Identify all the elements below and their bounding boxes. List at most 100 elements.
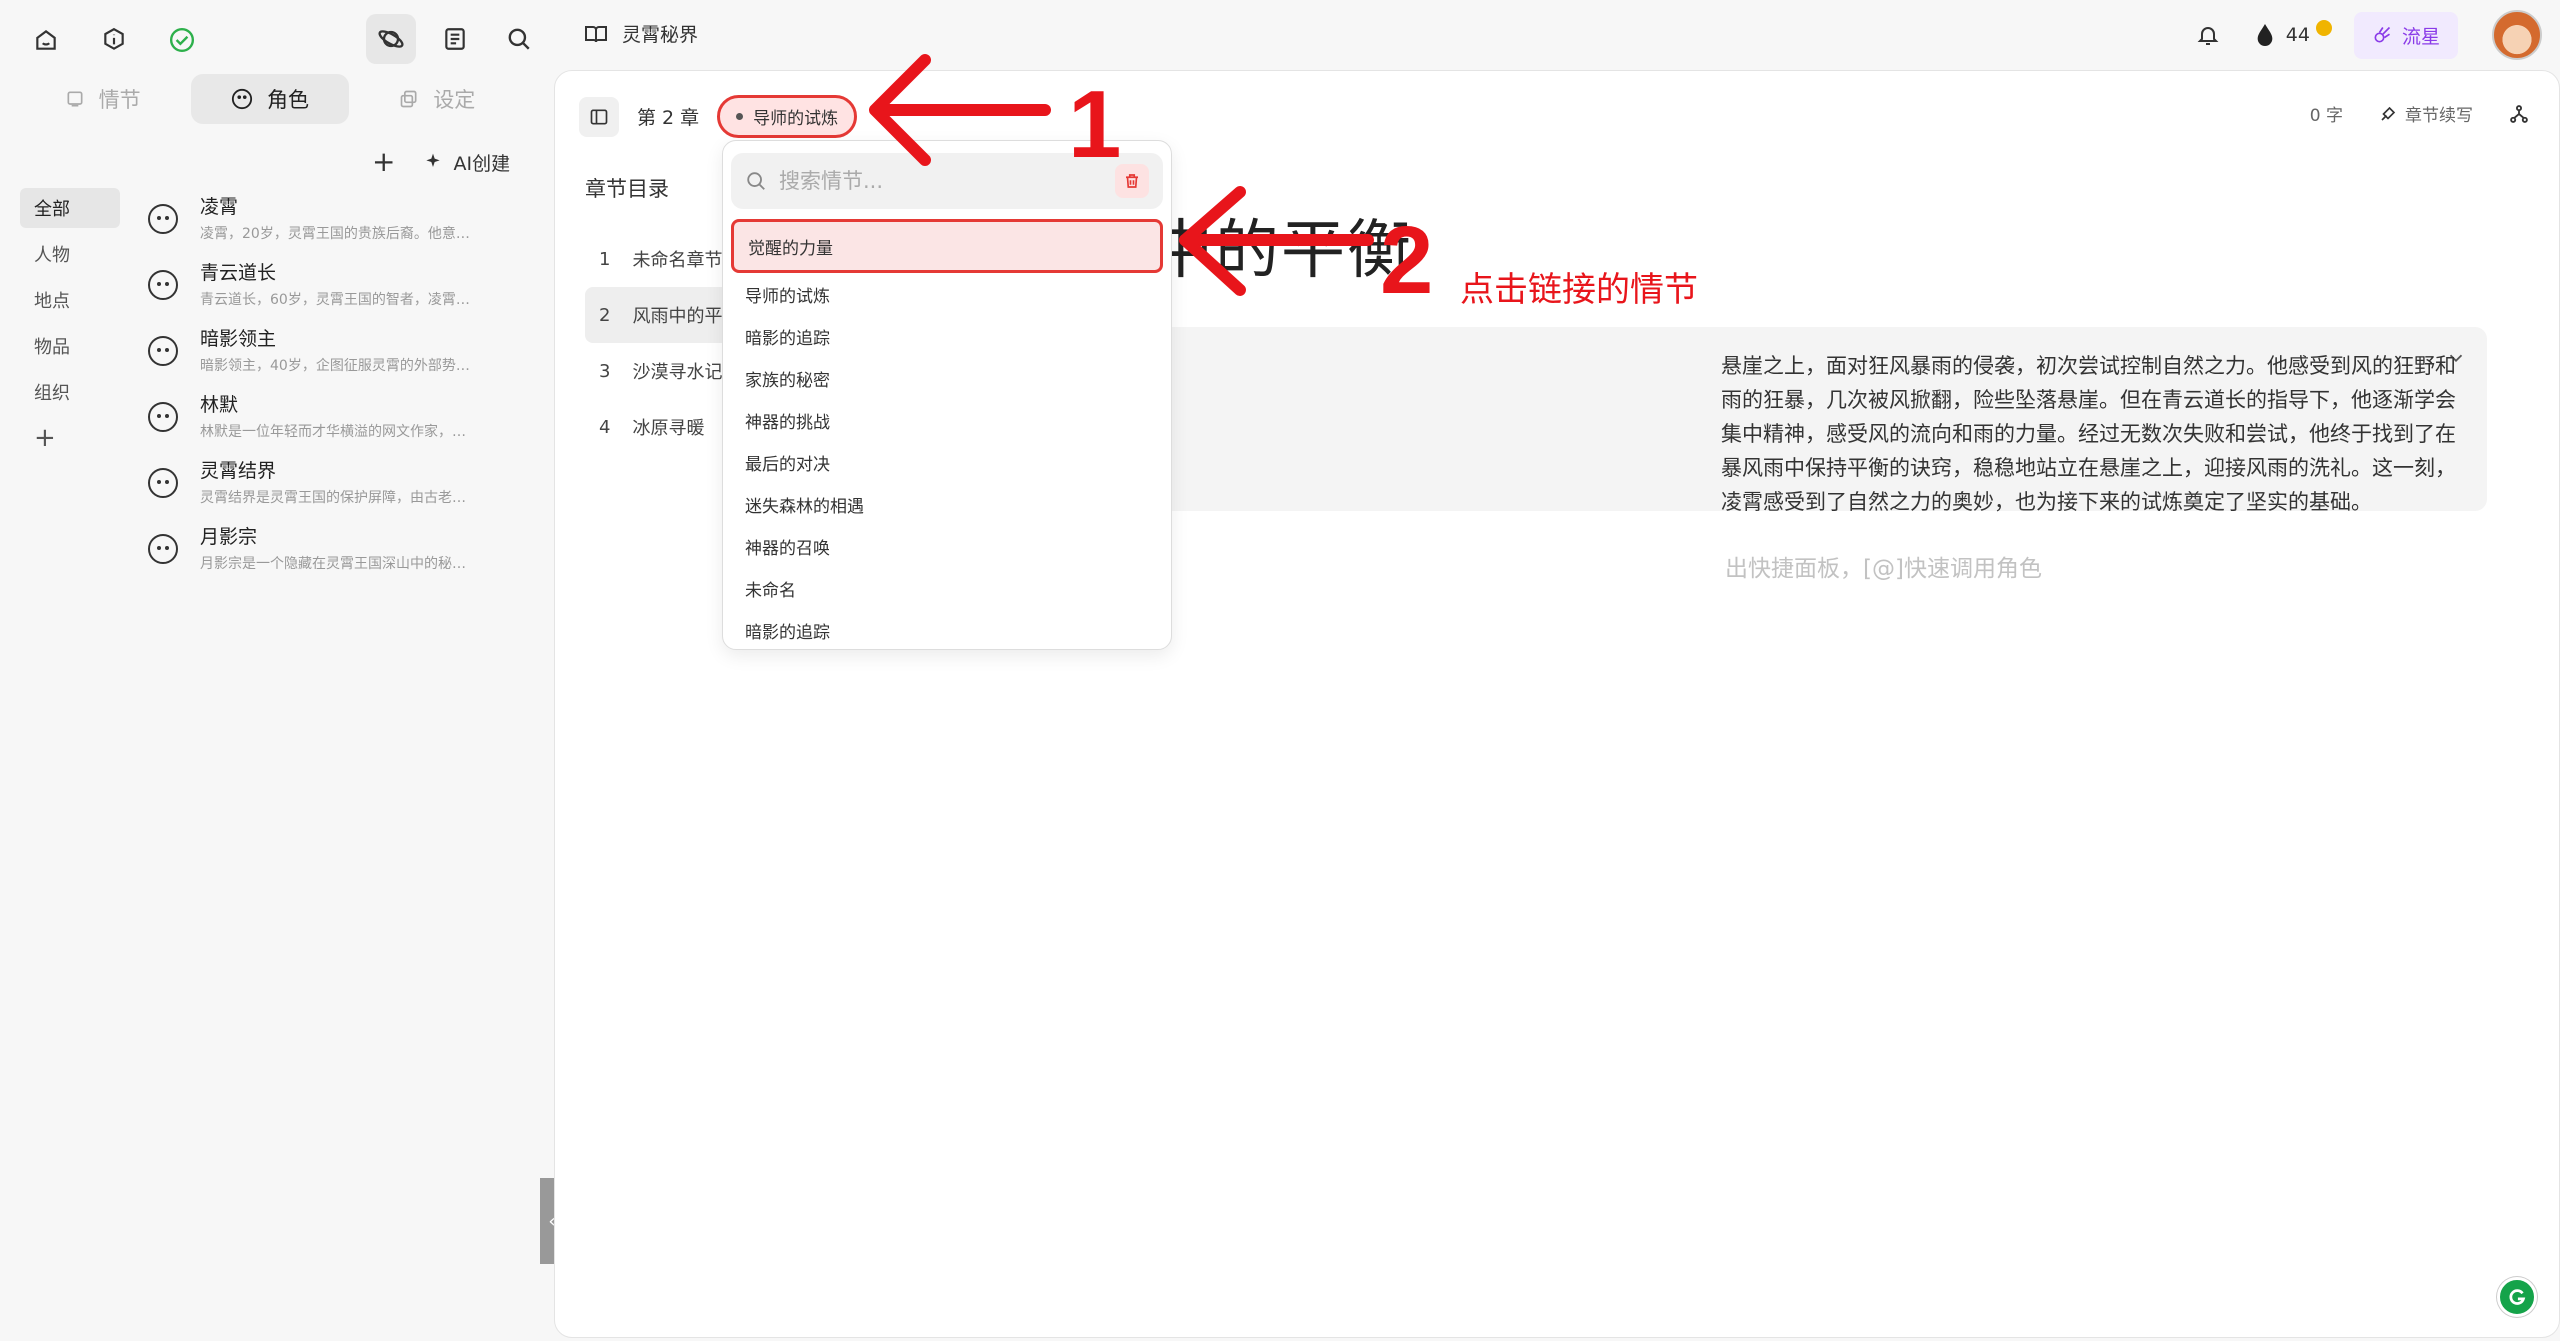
- project-name: 灵霄秘界: [622, 24, 699, 46]
- character-desc: 月影宗是一个隐藏在灵霄王国深山中的秘…: [200, 556, 466, 572]
- category-items[interactable]: 物品: [20, 326, 120, 366]
- tab-character[interactable]: 角色: [191, 74, 349, 124]
- linked-plot-pill[interactable]: 导师的试炼: [717, 95, 858, 138]
- character-desc: 凌霄，20岁，灵霄王国的贵族后裔。他意…: [200, 226, 470, 242]
- plot-option[interactable]: 神器的挑战: [731, 399, 1163, 441]
- plot-icon: [65, 89, 85, 109]
- toc-item[interactable]: 1 未命名章节: [585, 231, 745, 287]
- meteor-icon: [2372, 25, 2392, 45]
- trash-icon: [1123, 172, 1141, 190]
- continue-write-icon: [2379, 105, 2397, 123]
- project-title[interactable]: 灵霄秘界: [584, 20, 698, 47]
- continue-chapter-button[interactable]: 章节续写: [2379, 101, 2473, 126]
- tab-label: 情节: [98, 88, 141, 112]
- category-list: 全部 人物 地点 物品 组织 +: [20, 188, 120, 458]
- category-orgs[interactable]: 组织: [20, 372, 120, 412]
- search-icon: [745, 170, 767, 192]
- toc-item[interactable]: 3 沙漠寻水记: [585, 343, 745, 399]
- user-avatar[interactable]: [2492, 10, 2542, 60]
- character-avatar-icon: [148, 336, 178, 366]
- header-right: 44 流星: [2196, 10, 2542, 60]
- sidebar-toggle-icon: [589, 107, 609, 127]
- chapter-number: 第 2 章: [637, 107, 700, 129]
- plot-search-input[interactable]: [779, 169, 1103, 193]
- character-avatar-icon: [148, 468, 178, 498]
- add-character-button[interactable]: +: [372, 148, 395, 176]
- sidebar-tabs: 情节 角色 设定: [24, 74, 516, 124]
- character-name: 青云道长: [200, 262, 277, 284]
- character-desc: 暗影领主，40岁，企图征服灵霄的外部势…: [200, 358, 470, 374]
- character-avatar-icon: [148, 534, 178, 564]
- plot-option-list: 觉醒的力量 导师的试炼 暗影的追踪 家族的秘密 神器的挑战 最后的对决 迷失森林…: [731, 219, 1163, 651]
- annotation-number-2: 2: [1380, 207, 1434, 314]
- character-avatar-icon: [148, 402, 178, 432]
- face-icon: [231, 88, 253, 110]
- toc-num: 2: [599, 304, 611, 326]
- summary-text: 悬崖之上，面对狂风暴雨的侵袭，初次尝试控制自然之力。他感受到风的狂野和雨的狂暴，…: [1721, 354, 2456, 514]
- tab-label: 角色: [266, 88, 309, 112]
- list-item[interactable]: 暗影领主暗影领主，40岁，企图征服灵霄的外部势…: [148, 322, 508, 388]
- list-item[interactable]: 月影宗 月影宗是一个隐藏在灵霄王国深山中的秘…: [148, 520, 508, 586]
- list-item[interactable]: 灵霄结界 灵霄结界是灵霄王国的保护屏障，由古老…: [148, 454, 508, 520]
- plus-icon: +: [372, 145, 396, 178]
- grammar-assistant-icon[interactable]: [2497, 1277, 2537, 1317]
- plot-option[interactable]: 最后的对决: [731, 441, 1163, 483]
- word-count: 0 字: [2309, 106, 2343, 126]
- plot-option[interactable]: 家族的秘密: [731, 357, 1163, 399]
- category-all[interactable]: 全部: [20, 188, 120, 228]
- chapter-title[interactable]: 风雨中的平衡: [1153, 199, 1413, 291]
- character-desc: 灵霄结界是灵霄王国的保护屏障，由古老…: [200, 490, 466, 506]
- category-people[interactable]: 人物: [20, 234, 120, 274]
- info-icon[interactable]: [92, 18, 136, 62]
- plot-option[interactable]: 导师的试炼: [731, 273, 1163, 315]
- chapter-summary[interactable]: 悬崖之上，面对狂风暴雨的侵袭，初次尝试控制自然之力。他感受到风的狂野和雨的狂暴，…: [1135, 327, 2487, 514]
- toc-title-text: 冰原寻暖: [632, 418, 705, 439]
- header: 灵霄秘界 44 流星: [560, 0, 2560, 68]
- planet-icon[interactable]: [366, 14, 416, 64]
- book-icon: [584, 22, 608, 46]
- toc-title: 章节目录: [585, 177, 669, 201]
- sync-check-icon[interactable]: [160, 18, 204, 62]
- plot-option[interactable]: 迷失森林的相遇: [731, 483, 1163, 525]
- credits-badge[interactable]: 44: [2254, 20, 2332, 48]
- tab-label: 设定: [433, 88, 476, 112]
- category-places[interactable]: 地点: [20, 280, 120, 320]
- character-name: 凌霄: [200, 196, 239, 218]
- plot-option[interactable]: 暗影的追踪: [731, 315, 1163, 357]
- character-toolbar: + AI创建: [372, 148, 510, 176]
- top-left-toolbar: [24, 18, 204, 62]
- notebook-icon[interactable]: [430, 14, 480, 64]
- linked-plot-label: 导师的试炼: [753, 109, 839, 129]
- toc-title-text: 未命名章节: [632, 250, 723, 271]
- plot-option[interactable]: 未命名: [731, 567, 1163, 609]
- list-item[interactable]: 林默 林默是一位年轻而才华横溢的网文作家，…: [148, 388, 508, 454]
- chapter-breadcrumb: 第 2 章 导师的试炼: [579, 95, 858, 138]
- home-icon[interactable]: [24, 18, 68, 62]
- annotation-number-1: 1: [1068, 71, 1122, 178]
- editor-placeholder[interactable]: 出快捷面板，[@]快速调用角色: [1725, 549, 2042, 583]
- plot-option[interactable]: 暗影的追踪: [731, 609, 1163, 651]
- credits-count: 44: [2285, 24, 2310, 46]
- tab-plot[interactable]: 情节: [24, 74, 181, 124]
- character-avatar-icon: [148, 270, 178, 300]
- plan-label: 流星: [2401, 25, 2440, 48]
- toc-item[interactable]: 4 冰原寻暖: [585, 399, 745, 455]
- network-icon[interactable]: [2509, 104, 2529, 124]
- search-icon[interactable]: [494, 14, 544, 64]
- character-name: 暗影领主: [200, 328, 277, 350]
- toc-title-text: 沙漠寻水记: [632, 362, 723, 383]
- ai-create-button[interactable]: AI创建: [423, 149, 510, 176]
- add-category-button[interactable]: +: [20, 418, 120, 458]
- chapter-toc: 章节目录 1 未命名章节 2 风雨中的平衡 3 沙漠寻水记 4 冰原寻暖: [585, 173, 745, 455]
- bell-icon[interactable]: [2196, 23, 2220, 47]
- character-desc: 林默是一位年轻而才华横溢的网文作家，…: [200, 424, 466, 440]
- editor-toolbar-right: 0 字 章节续写: [2310, 101, 2529, 126]
- tab-setting[interactable]: 设定: [359, 74, 516, 124]
- plot-option[interactable]: 觉醒的力量: [731, 219, 1163, 273]
- list-item[interactable]: 凌霄凌霄，20岁，灵霄王国的贵族后裔。他意…: [148, 190, 508, 256]
- toggle-sidebar-button[interactable]: [579, 96, 619, 137]
- list-item[interactable]: 青云道长 青云道长，60岁，灵霄王国的智者，凌霄…: [148, 256, 508, 322]
- plot-option[interactable]: 神器的召唤: [731, 525, 1163, 567]
- toc-item[interactable]: 2 风雨中的平衡: [585, 287, 745, 343]
- plan-badge[interactable]: 流星: [2353, 11, 2458, 59]
